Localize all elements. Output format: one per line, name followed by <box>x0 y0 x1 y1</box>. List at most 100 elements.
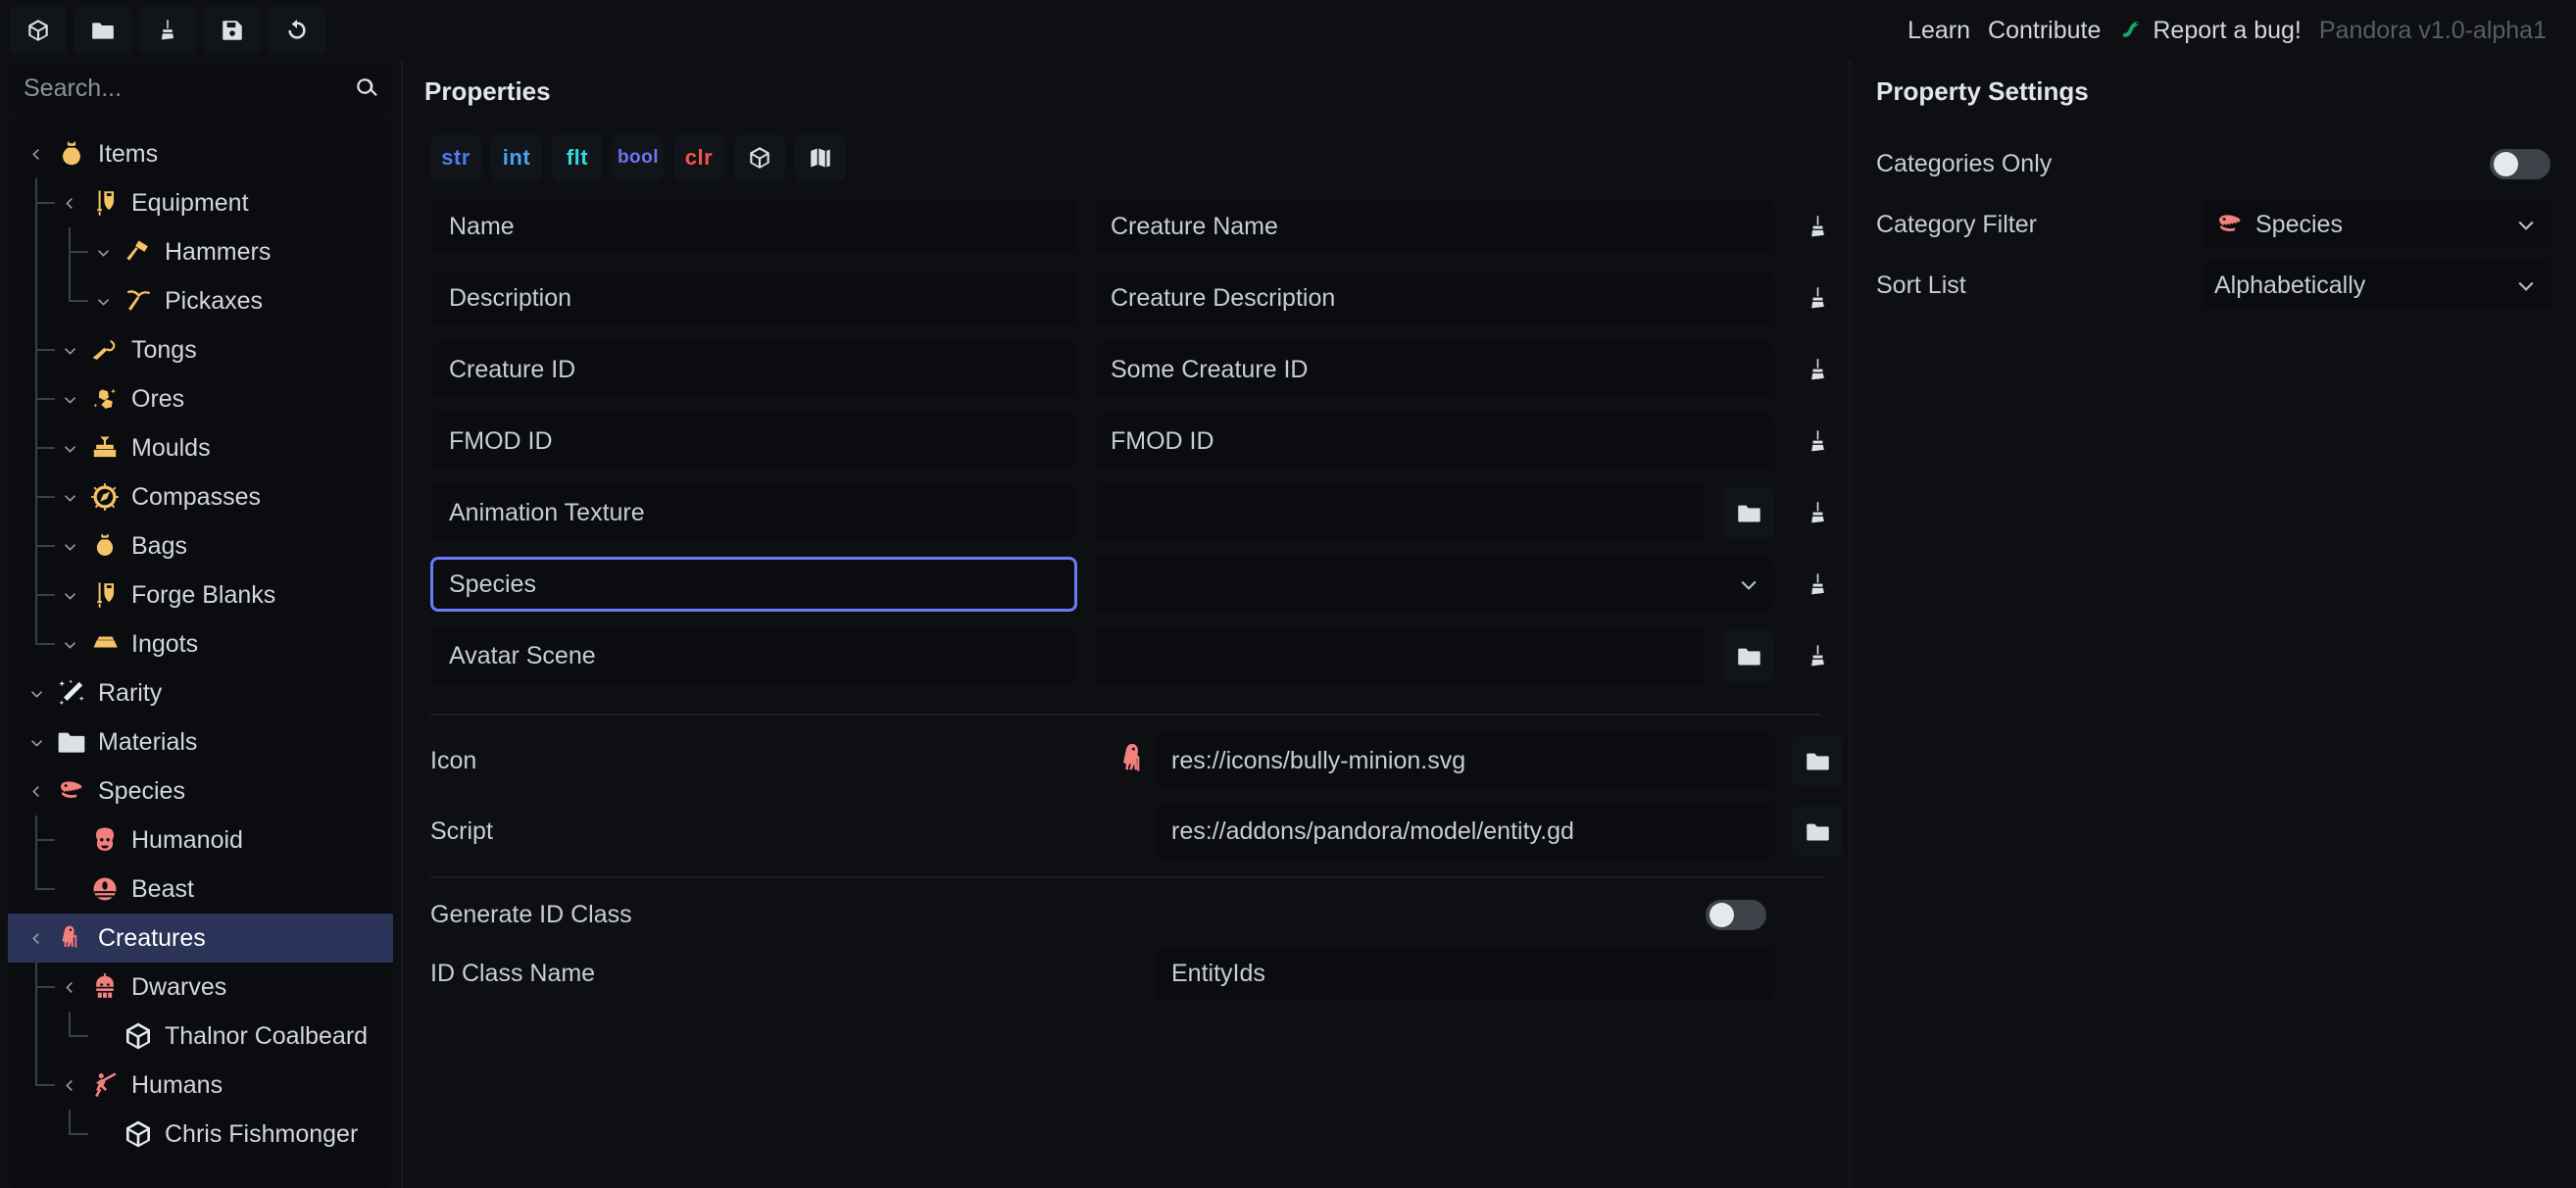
tree-item-ingots[interactable]: Ingots <box>8 619 393 668</box>
tree-item-chris-fishmonger[interactable]: Chris Fishmonger <box>8 1110 393 1159</box>
entity-meta-section: Icon res://icons/bully-minion.svg Script <box>403 716 1849 1016</box>
tree-caret-open-icon[interactable] <box>22 145 51 164</box>
property-clear-creature-id-button[interactable] <box>1792 344 1843 395</box>
new-entity-button[interactable] <box>10 6 67 55</box>
tree-item-materials[interactable]: Materials <box>8 718 393 767</box>
clean-button[interactable] <box>139 6 196 55</box>
tree-caret-open-icon[interactable] <box>55 1076 84 1095</box>
property-value-description[interactable]: Creature Description <box>1095 271 1774 325</box>
property-browse-avatar-scene-button[interactable] <box>1723 630 1774 681</box>
search-box[interactable] <box>8 63 393 114</box>
property-clear-animation-texture-button[interactable] <box>1792 487 1843 538</box>
contribute-link[interactable]: Contribute <box>1988 17 2101 45</box>
property-value-creature-id[interactable]: Some Creature ID <box>1095 342 1774 397</box>
script-path-field[interactable]: res://addons/pandora/model/entity.gd <box>1158 804 1774 859</box>
save-button[interactable] <box>204 6 261 55</box>
tree-item-compasses[interactable]: Compasses <box>8 472 393 521</box>
filter-string-button[interactable]: str <box>430 134 481 181</box>
property-name-animation-texture[interactable]: Animation Texture <box>430 485 1077 540</box>
categories-only-toggle[interactable] <box>2490 148 2551 179</box>
tree-caret-closed-icon[interactable] <box>22 733 51 752</box>
filter-bool-button[interactable]: bool <box>613 134 664 181</box>
property-value-avatar-scene[interactable] <box>1095 628 1706 683</box>
property-name-species[interactable]: Species <box>430 557 1077 612</box>
property-dropdown-caret-species[interactable] <box>1723 557 1774 612</box>
property-clear-name-button[interactable] <box>1792 201 1843 252</box>
property-value-animation-texture[interactable] <box>1095 485 1706 540</box>
property-clear-description-button[interactable] <box>1792 272 1843 323</box>
category-filter-control: Species <box>2203 200 2551 249</box>
tree-item-pickaxes[interactable]: Pickaxes <box>8 276 393 325</box>
icon-browse-button[interactable] <box>1792 735 1843 786</box>
tree-item-icon <box>51 922 92 954</box>
property-browse-animation-texture-button[interactable] <box>1723 487 1774 538</box>
property-value-species[interactable] <box>1095 557 1774 612</box>
tree-caret-closed-icon[interactable] <box>55 341 84 360</box>
tree-item-bags[interactable]: Bags <box>8 521 393 570</box>
filter-map-button[interactable] <box>795 134 846 181</box>
property-value-text-creature-id: Some Creature ID <box>1111 355 1309 383</box>
tree-caret-open-icon[interactable] <box>55 978 84 997</box>
property-name-avatar-scene[interactable]: Avatar Scene <box>430 628 1077 683</box>
property-value-fmod-id[interactable]: FMOD ID <box>1095 414 1774 469</box>
tree-item-species[interactable]: Species <box>8 767 393 816</box>
open-folder-button[interactable] <box>74 6 131 55</box>
category-filter-select[interactable]: Species <box>2203 200 2551 249</box>
tree-caret-open-icon[interactable] <box>55 194 84 213</box>
tree-item-icon <box>51 677 92 709</box>
tree-caret-closed-icon[interactable] <box>55 586 84 605</box>
tree-item-tongs[interactable]: Tongs <box>8 325 393 374</box>
refresh-button[interactable] <box>269 6 325 55</box>
tree-caret-closed-icon[interactable] <box>22 684 51 703</box>
filter-resource-button[interactable] <box>734 134 785 181</box>
tree-caret-open-icon[interactable] <box>22 929 51 948</box>
tree-caret-closed-icon[interactable] <box>88 243 118 262</box>
filter-color-button[interactable]: clr <box>673 134 724 181</box>
property-name-description[interactable]: Description <box>430 271 1077 325</box>
tree-item-humanoid[interactable]: Humanoid <box>8 816 393 865</box>
tree-item-hammers[interactable]: Hammers <box>8 227 393 276</box>
tree-item-equipment[interactable]: Equipment <box>8 178 393 227</box>
icon-path-field[interactable]: res://icons/bully-minion.svg <box>1158 733 1774 788</box>
tree-item-items[interactable]: Items <box>8 129 393 178</box>
tree-item-dwarves[interactable]: Dwarves <box>8 963 393 1012</box>
entity-tree[interactable]: Items Equipment Hammers Pickaxes Tongs Ores Mo… <box>8 120 393 1188</box>
tree-item-rarity[interactable]: Rarity <box>8 668 393 718</box>
property-name-fmod-id[interactable]: FMOD ID <box>430 414 1077 469</box>
property-clear-species-button[interactable] <box>1792 559 1843 610</box>
tree-item-creatures[interactable]: Creatures <box>8 914 393 963</box>
id-class-name-field[interactable]: EntityIds <box>1158 946 1774 1001</box>
search-icon[interactable] <box>354 75 379 101</box>
tree-item-icon <box>84 824 125 856</box>
tree-caret-open-icon[interactable] <box>22 782 51 801</box>
generate-id-class-toggle[interactable] <box>1706 900 1766 930</box>
tree-caret-closed-icon[interactable] <box>55 537 84 556</box>
filter-int-button[interactable]: int <box>491 134 542 181</box>
folder-icon <box>1806 823 1829 840</box>
tree-item-moulds[interactable]: Moulds <box>8 423 393 472</box>
property-clear-fmod-id-button[interactable] <box>1792 416 1843 467</box>
tree-caret-closed-icon[interactable] <box>88 292 118 311</box>
learn-link[interactable]: Learn <box>1907 17 1970 45</box>
search-input[interactable] <box>24 74 354 103</box>
tree-caret-closed-icon[interactable] <box>55 635 84 654</box>
tree-caret-closed-icon[interactable] <box>55 439 84 458</box>
tree-caret-closed-icon[interactable] <box>55 488 84 507</box>
tree-item-humans[interactable]: Humans <box>8 1061 393 1110</box>
property-name-creature-id[interactable]: Creature ID <box>430 342 1077 397</box>
sort-list-select[interactable]: Alphabetically <box>2203 261 2551 310</box>
filter-float-button[interactable]: flt <box>552 134 603 181</box>
tree-item-ores[interactable]: Ores <box>8 374 393 423</box>
report-bug-link[interactable]: Report a bug! <box>2118 17 2302 45</box>
tree-item-beast[interactable]: Beast <box>8 865 393 914</box>
broom-icon <box>1810 429 1824 451</box>
tree-item-thalnor-coalbeard[interactable]: Thalnor Coalbeard <box>8 1012 393 1061</box>
tree-item-label: Rarity <box>98 678 163 707</box>
tree-item-forge-blanks[interactable]: Forge Blanks <box>8 570 393 619</box>
script-browse-button[interactable] <box>1792 806 1843 857</box>
tree-caret-closed-icon[interactable] <box>55 390 84 409</box>
property-name-name[interactable]: Name <box>430 199 1077 254</box>
property-clear-avatar-scene-button[interactable] <box>1792 630 1843 681</box>
property-value-name[interactable]: Creature Name <box>1095 199 1774 254</box>
broom-icon <box>1810 572 1824 594</box>
